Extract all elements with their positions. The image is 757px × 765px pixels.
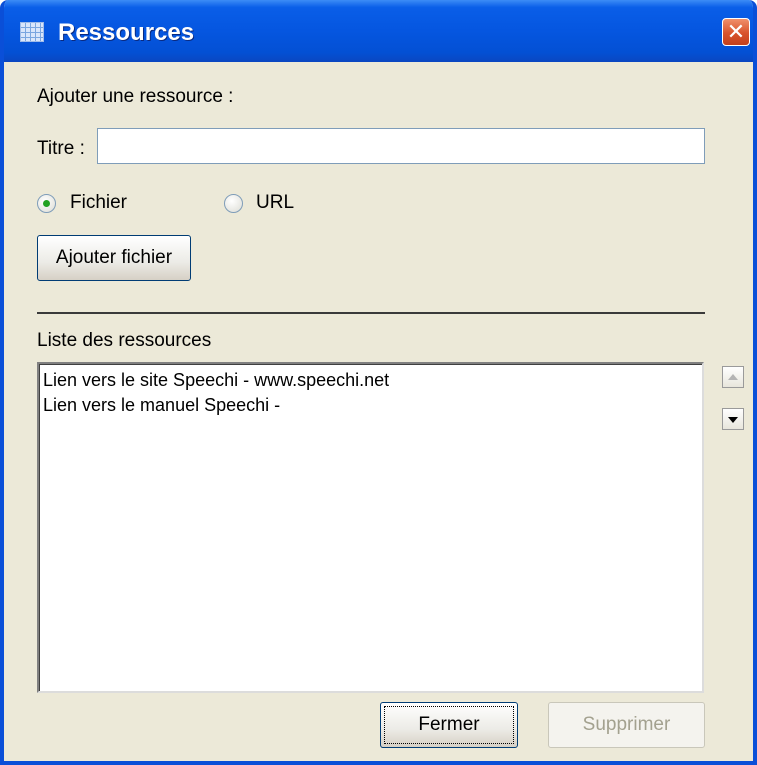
titre-label: Titre : bbox=[37, 138, 85, 159]
radio-fichier-label[interactable]: Fichier bbox=[70, 192, 127, 214]
resources-list[interactable]: Lien vers le site Speechi - www.speechi.… bbox=[37, 362, 704, 693]
table-icon bbox=[20, 22, 44, 42]
window-title: Ressources bbox=[58, 19, 195, 46]
resources-dialog: Ressources ✕ Ajouter une ressource : Tit… bbox=[0, 0, 757, 765]
add-resource-heading: Ajouter une ressource : bbox=[37, 86, 234, 107]
delete-button[interactable]: Supprimer bbox=[548, 702, 705, 748]
titre-input[interactable] bbox=[97, 128, 705, 164]
radio-url-label[interactable]: URL bbox=[256, 192, 294, 214]
list-item[interactable]: Lien vers le manuel Speechi - bbox=[43, 395, 280, 416]
radio-fichier[interactable] bbox=[37, 194, 56, 213]
title-bar[interactable]: Ressources ✕ bbox=[4, 0, 753, 62]
add-file-button[interactable]: Ajouter fichier bbox=[37, 235, 191, 281]
arrow-up-icon bbox=[728, 374, 738, 380]
delete-button-label: Supprimer bbox=[582, 714, 671, 735]
resources-list-heading: Liste des ressources bbox=[37, 330, 212, 351]
move-down-button[interactable] bbox=[722, 408, 744, 430]
section-divider bbox=[37, 312, 705, 314]
radio-selected-dot bbox=[43, 200, 50, 207]
close-icon[interactable]: ✕ bbox=[722, 18, 750, 46]
close-button-label: Fermer bbox=[418, 714, 480, 735]
move-up-button[interactable] bbox=[722, 366, 744, 388]
list-item[interactable]: Lien vers le site Speechi - www.speechi.… bbox=[43, 370, 389, 391]
add-file-button-label: Ajouter fichier bbox=[55, 247, 173, 268]
radio-url[interactable] bbox=[224, 194, 243, 213]
close-button[interactable]: Fermer bbox=[380, 702, 518, 748]
arrow-down-icon bbox=[728, 417, 738, 423]
